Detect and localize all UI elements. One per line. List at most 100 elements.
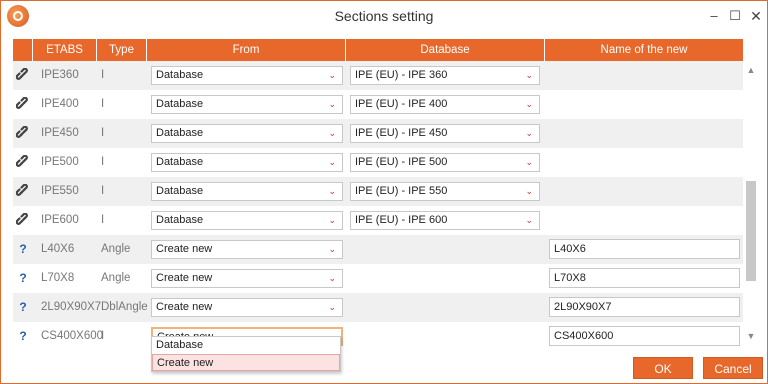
close-button[interactable]: ✕ [746, 6, 766, 26]
section-type: I [101, 185, 105, 197]
from-select[interactable]: Create new ⌄ [151, 240, 343, 259]
from-select[interactable]: Create new ⌄ [151, 298, 343, 317]
database-select-value: IPE (EU) - IPE 600 [355, 214, 448, 226]
from-select-value: Create new [156, 272, 213, 284]
from-select-value: Database [156, 185, 204, 197]
etabs-section-name: 2L90X90X7 [41, 301, 102, 313]
etabs-section-name: IPE500 [41, 156, 79, 168]
table-row: ?CS400X600ICreate new⌄CS400X600 [13, 322, 743, 347]
from-select-value: Database [156, 127, 204, 139]
section-type: I [101, 330, 105, 342]
table-row: IPE450 I Database ⌄ IPE (EU) - IPE 450 ⌄ [13, 119, 743, 148]
question-icon: ? [13, 293, 33, 322]
section-type: DblAngle [101, 301, 148, 313]
question-mark-glyph: ? [19, 242, 27, 256]
scroll-thumb[interactable] [746, 181, 756, 281]
chevron-down-icon: ⌄ [525, 128, 533, 138]
sections-setting-dialog: Sections setting – ☐ ✕ ETABS Type From D… [0, 0, 768, 384]
etabs-section-name: L40X6 [41, 243, 75, 255]
scroll-up-icon[interactable]: ▲ [746, 65, 756, 75]
database-select[interactable]: IPE (EU) - IPE 400 ⌄ [350, 95, 540, 114]
from-select[interactable]: Database ⌄ [151, 95, 343, 114]
question-mark-glyph: ? [19, 271, 27, 285]
chevron-down-icon: ⌄ [328, 128, 336, 138]
section-type: Angle [101, 243, 131, 255]
from-select[interactable]: Database ⌄ [151, 153, 343, 172]
database-select[interactable]: IPE (EU) - IPE 360 ⌄ [350, 66, 540, 85]
chevron-down-icon: ⌄ [525, 215, 533, 225]
table-row: IPE400 I Database ⌄ IPE (EU) - IPE 400 ⌄ [13, 90, 743, 119]
minimize-button[interactable]: – [704, 6, 724, 26]
from-select[interactable]: Database ⌄ [151, 182, 343, 201]
database-select-value: IPE (EU) - IPE 400 [355, 98, 448, 110]
table-row: IPE550 I Database ⌄ IPE (EU) - IPE 550 ⌄ [13, 177, 743, 206]
new-name-input[interactable]: L70X8 [549, 268, 740, 288]
new-name-input[interactable]: CS400X600 [549, 326, 740, 346]
chevron-down-icon: ⌄ [328, 157, 336, 167]
question-mark-glyph: ? [19, 329, 27, 343]
header-type: Type [97, 39, 147, 61]
link-icon [13, 206, 33, 235]
chevron-down-icon: ⌄ [328, 99, 336, 109]
etabs-section-name: IPE400 [41, 98, 79, 110]
section-type: I [101, 156, 105, 168]
dropdown-option-create-new[interactable]: Create new [152, 354, 340, 371]
question-icon: ? [13, 264, 33, 293]
from-select-value: Database [156, 156, 204, 168]
from-select[interactable]: Database ⌄ [151, 211, 343, 230]
title-bar: Sections setting – ☐ ✕ [1, 1, 767, 31]
vertical-scrollbar[interactable]: ▲ ▼ [744, 61, 758, 347]
table-row: IPE360 I Database ⌄ IPE (EU) - IPE 360 ⌄ [13, 61, 743, 90]
question-mark-glyph: ? [19, 300, 27, 314]
database-select[interactable]: IPE (EU) - IPE 450 ⌄ [350, 124, 540, 143]
from-select-value: Database [156, 214, 204, 226]
database-select-value: IPE (EU) - IPE 360 [355, 69, 448, 81]
question-icon: ? [13, 322, 33, 347]
table-row: ? 2L90X90X7 DblAngle Create new ⌄ 2L90X90X7 [13, 293, 743, 322]
scroll-down-icon[interactable]: ▼ [746, 331, 756, 341]
from-select[interactable]: Database ⌄ [151, 66, 343, 85]
table-row: IPE600 I Database ⌄ IPE (EU) - IPE 600 ⌄ [13, 206, 743, 235]
from-select[interactable]: Create new ⌄ [151, 269, 343, 288]
etabs-section-name: CS400X600 [41, 330, 104, 342]
section-type: I [101, 69, 105, 81]
link-icon [13, 177, 33, 206]
database-select[interactable]: IPE (EU) - IPE 600 ⌄ [350, 211, 540, 230]
link-icon [13, 61, 33, 90]
chevron-down-icon: ⌄ [328, 186, 336, 196]
maximize-button[interactable]: ☐ [725, 6, 745, 26]
header-from: From [147, 39, 346, 61]
header-name-of-new: Name of the new [600, 44, 688, 56]
etabs-section-name: IPE450 [41, 127, 79, 139]
new-name-input[interactable]: L40X6 [549, 239, 740, 259]
database-select[interactable]: IPE (EU) - IPE 500 ⌄ [350, 153, 540, 172]
table-row: IPE500 I Database ⌄ IPE (EU) - IPE 500 ⌄ [13, 148, 743, 177]
cancel-button[interactable]: Cancel [703, 357, 763, 379]
table-row: ? L40X6 Angle Create new ⌄ L40X6 [13, 235, 743, 264]
section-type: I [101, 127, 105, 139]
from-dropdown-list: Database Create new [151, 336, 341, 372]
link-icon [13, 119, 33, 148]
section-type: I [101, 214, 105, 226]
ok-button[interactable]: OK [633, 357, 693, 379]
from-select-value: Database [156, 98, 204, 110]
new-name-input[interactable]: 2L90X90X7 [549, 297, 740, 317]
database-select[interactable]: IPE (EU) - IPE 550 ⌄ [350, 182, 540, 201]
section-type: Angle [101, 272, 131, 284]
from-select[interactable]: Database ⌄ [151, 124, 343, 143]
window-title: Sections setting [334, 8, 434, 24]
database-select-value: IPE (EU) - IPE 500 [355, 156, 448, 168]
chevron-down-icon: ⌄ [328, 302, 336, 312]
question-icon: ? [13, 235, 33, 264]
table-header: ETABS Type From Database Name of the new [13, 39, 743, 61]
chevron-down-icon: ⌄ [525, 157, 533, 167]
dropdown-option-database[interactable]: Database [152, 337, 340, 354]
chevron-down-icon: ⌄ [328, 70, 336, 80]
chevron-down-icon: ⌄ [328, 215, 336, 225]
link-icon [13, 90, 33, 119]
from-select-value: Database [156, 69, 204, 81]
from-select-value: Create new [156, 301, 213, 313]
chevron-down-icon: ⌄ [525, 186, 533, 196]
link-icon [13, 148, 33, 177]
etabs-section-name: IPE550 [41, 185, 79, 197]
